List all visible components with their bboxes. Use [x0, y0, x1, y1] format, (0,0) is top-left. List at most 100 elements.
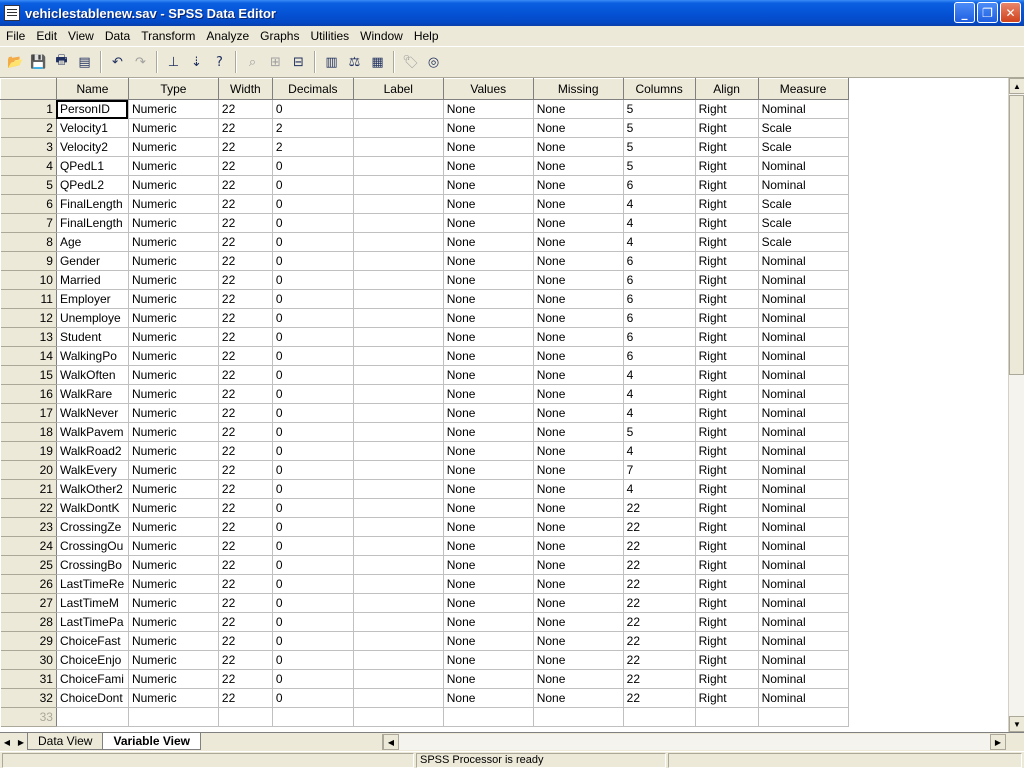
cell-missing[interactable]: None: [533, 631, 624, 651]
cell-align[interactable]: Right: [695, 308, 759, 328]
row-header[interactable]: 18: [0, 422, 57, 442]
cell-type[interactable]: Numeric: [128, 232, 219, 252]
cell-missing[interactable]: None: [533, 593, 624, 613]
cell-columns[interactable]: 6: [623, 308, 696, 328]
cell-measure[interactable]: Nominal: [758, 384, 849, 404]
cell-values[interactable]: None: [443, 365, 534, 385]
cell-width[interactable]: 22: [218, 631, 273, 651]
cell-width[interactable]: [218, 707, 273, 727]
cell-name[interactable]: WalkRare: [56, 384, 129, 404]
cell-align[interactable]: Right: [695, 384, 759, 404]
cell-values[interactable]: None: [443, 593, 534, 613]
cell-decimals[interactable]: 0: [272, 289, 354, 309]
cell-type[interactable]: Numeric: [128, 327, 219, 347]
cell-name[interactable]: WalkRoad2: [56, 441, 129, 461]
cell-values[interactable]: None: [443, 99, 534, 119]
cell-width[interactable]: 22: [218, 175, 273, 195]
cell-missing[interactable]: None: [533, 384, 624, 404]
cell-decimals[interactable]: 0: [272, 194, 354, 214]
cell-align[interactable]: Right: [695, 498, 759, 518]
cell-columns[interactable]: 5: [623, 422, 696, 442]
cell-align[interactable]: Right: [695, 99, 759, 119]
cell-align[interactable]: Right: [695, 232, 759, 252]
vertical-scrollbar[interactable]: ▲ ▼: [1008, 78, 1024, 732]
cell-type[interactable]: [128, 707, 219, 727]
cell-decimals[interactable]: 0: [272, 213, 354, 233]
cell-width[interactable]: 22: [218, 422, 273, 442]
cell-columns[interactable]: 4: [623, 479, 696, 499]
cell-label[interactable]: [353, 194, 444, 214]
cell-values[interactable]: None: [443, 327, 534, 347]
cell-align[interactable]: Right: [695, 270, 759, 290]
cell-name[interactable]: WalkOther2: [56, 479, 129, 499]
cell-align[interactable]: [695, 707, 759, 727]
cell-measure[interactable]: Nominal: [758, 479, 849, 499]
cell-label[interactable]: [353, 441, 444, 461]
cell-name[interactable]: Student: [56, 327, 129, 347]
row-header[interactable]: 28: [0, 612, 57, 632]
cell-columns[interactable]: 22: [623, 650, 696, 670]
cell-name[interactable]: [56, 707, 129, 727]
cell-type[interactable]: Numeric: [128, 612, 219, 632]
cell-width[interactable]: 22: [218, 194, 273, 214]
find-icon[interactable]: ⌕: [241, 51, 264, 73]
vertical-scroll-thumb[interactable]: [1009, 95, 1024, 375]
cell-type[interactable]: Numeric: [128, 403, 219, 423]
cell-width[interactable]: 22: [218, 517, 273, 537]
cell-columns[interactable]: 22: [623, 555, 696, 575]
cell-measure[interactable]: Nominal: [758, 612, 849, 632]
menu-edit[interactable]: Edit: [30, 26, 62, 46]
column-header-width[interactable]: Width: [217, 78, 273, 100]
row-header[interactable]: 21: [0, 479, 57, 499]
cell-columns[interactable]: 4: [623, 194, 696, 214]
cell-missing[interactable]: None: [533, 289, 624, 309]
cell-missing[interactable]: None: [533, 441, 624, 461]
cell-align[interactable]: Right: [695, 612, 759, 632]
cell-align[interactable]: Right: [695, 650, 759, 670]
cell-align[interactable]: Right: [695, 669, 759, 689]
cell-width[interactable]: 22: [218, 251, 273, 271]
cell-measure[interactable]: Nominal: [758, 270, 849, 290]
cell-width[interactable]: 22: [218, 346, 273, 366]
cell-measure[interactable]: Nominal: [758, 441, 849, 461]
cell-label[interactable]: [353, 688, 444, 708]
cell-values[interactable]: None: [443, 650, 534, 670]
cell-values[interactable]: None: [443, 555, 534, 575]
cell-width[interactable]: 22: [218, 593, 273, 613]
cell-values[interactable]: None: [443, 517, 534, 537]
cell-measure[interactable]: Nominal: [758, 346, 849, 366]
cell-type[interactable]: Numeric: [128, 688, 219, 708]
cell-values[interactable]: None: [443, 118, 534, 138]
cell-type[interactable]: Numeric: [128, 308, 219, 328]
cell-columns[interactable]: 22: [623, 498, 696, 518]
cell-measure[interactable]: Nominal: [758, 365, 849, 385]
cell-label[interactable]: [353, 99, 444, 119]
cell-missing[interactable]: None: [533, 308, 624, 328]
row-header[interactable]: 29: [0, 631, 57, 651]
cell-type[interactable]: Numeric: [128, 365, 219, 385]
cell-missing[interactable]: None: [533, 555, 624, 575]
cell-measure[interactable]: Nominal: [758, 688, 849, 708]
row-header[interactable]: 11: [0, 289, 57, 309]
cell-values[interactable]: [443, 707, 534, 727]
cell-width[interactable]: 22: [218, 118, 273, 138]
cell-columns[interactable]: 22: [623, 631, 696, 651]
row-header[interactable]: 7: [0, 213, 57, 233]
cell-missing[interactable]: None: [533, 251, 624, 271]
column-header-name[interactable]: Name: [55, 78, 129, 100]
cell-missing[interactable]: None: [533, 536, 624, 556]
cell-label[interactable]: [353, 403, 444, 423]
cell-width[interactable]: 22: [218, 213, 273, 233]
cell-type[interactable]: Numeric: [128, 384, 219, 404]
cell-decimals[interactable]: 0: [272, 403, 354, 423]
cell-values[interactable]: None: [443, 384, 534, 404]
cell-measure[interactable]: Nominal: [758, 403, 849, 423]
cell-type[interactable]: Numeric: [128, 213, 219, 233]
cell-name[interactable]: WalkOften: [56, 365, 129, 385]
tab-next-arrow-icon[interactable]: ▶: [14, 734, 28, 750]
cell-columns[interactable]: [623, 707, 696, 727]
cell-width[interactable]: 22: [218, 99, 273, 119]
cell-decimals[interactable]: 0: [272, 175, 354, 195]
cell-type[interactable]: Numeric: [128, 346, 219, 366]
cell-columns[interactable]: 22: [623, 688, 696, 708]
